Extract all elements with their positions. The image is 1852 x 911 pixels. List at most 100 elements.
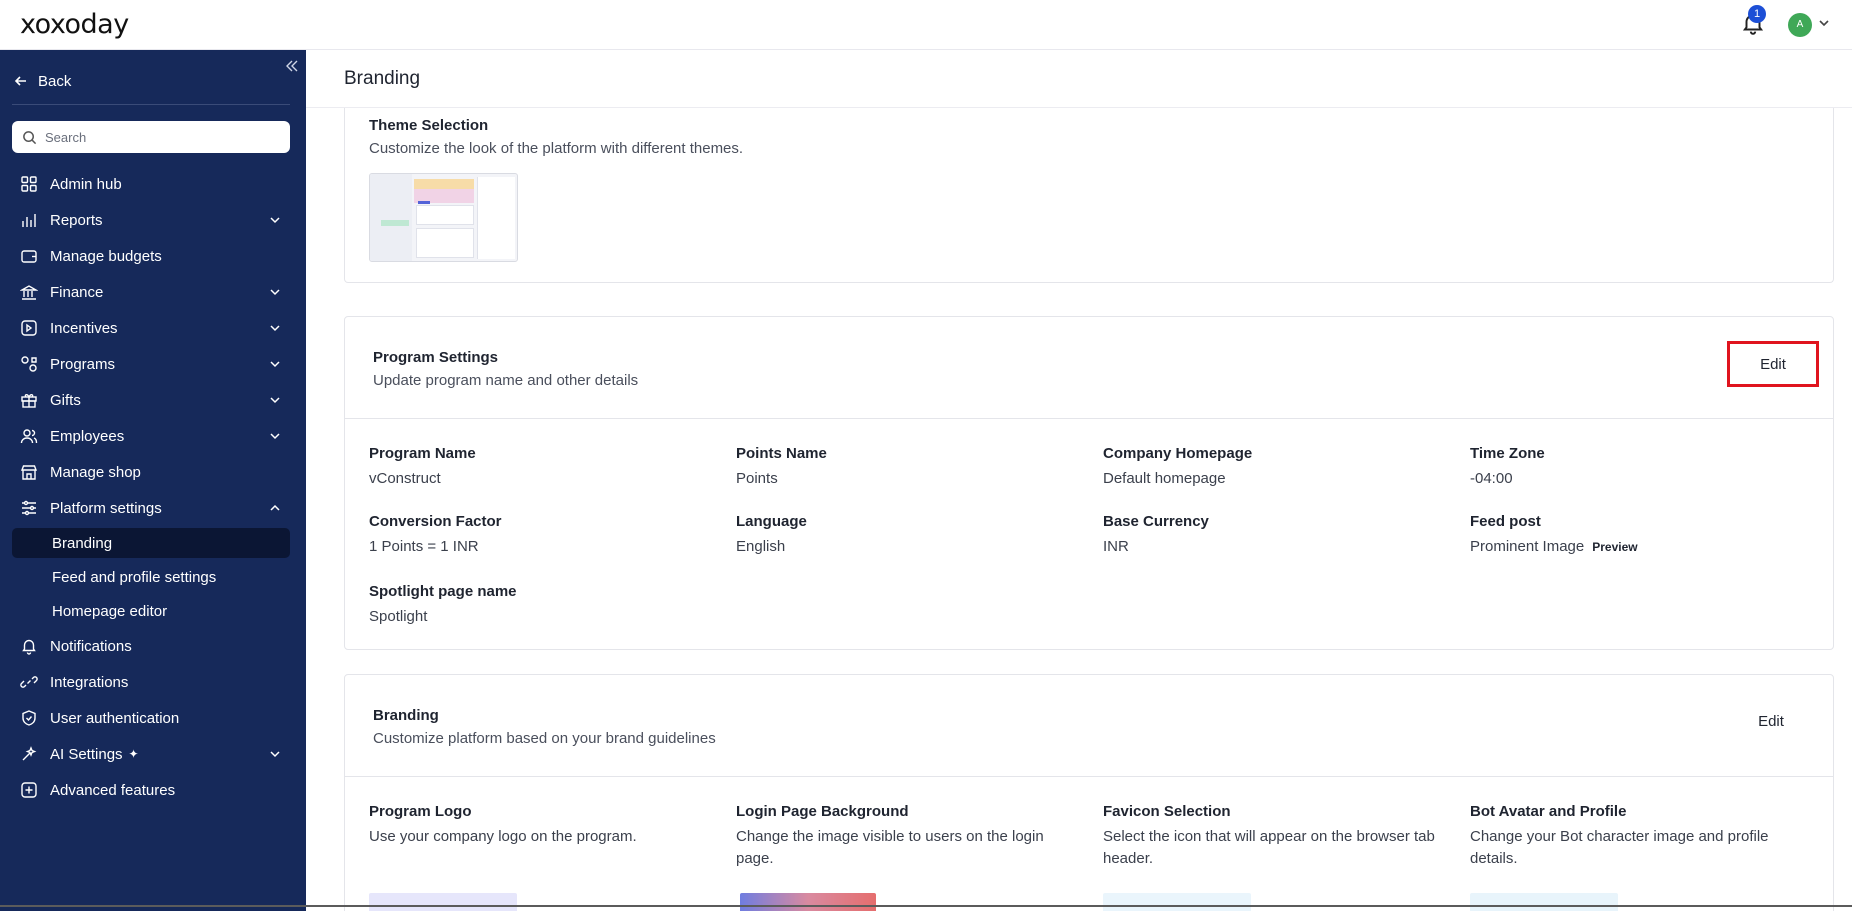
thumb-banner — [414, 179, 474, 189]
sparkle-icon: ✦ — [128, 747, 139, 761]
back-label: Back — [38, 72, 72, 90]
chevron-down-icon — [270, 217, 280, 224]
sidebar-item-label: Notifications — [50, 637, 132, 655]
sidebar-item-label: Manage shop — [50, 463, 141, 481]
field-description: Change the image visible to users on the… — [736, 828, 1044, 867]
asset-favicon: Favicon Selection Select the icon that w… — [1103, 803, 1443, 870]
sidebar-item-label: User authentication — [50, 709, 180, 727]
sidebar-item-label: Programs — [50, 355, 116, 373]
sidebar-item-integrations[interactable]: Integrations — [12, 664, 290, 700]
theme-selection-card: Theme Selection Customize the look of th… — [344, 108, 1834, 283]
branding-edit-button[interactable]: Edit — [1725, 699, 1817, 743]
xoxoday-logo[interactable]: xoxoday — [20, 9, 129, 40]
field-label: Feed post — [1470, 513, 1541, 530]
field-value: Default homepage — [1103, 470, 1226, 487]
section-title: Theme Selection — [369, 117, 489, 134]
chevron-down-icon — [270, 361, 280, 368]
section-description: Customize the look of the platform with … — [369, 140, 744, 157]
sidebar-item-label: AI Settings — [50, 745, 123, 763]
asset-program-logo: Program Logo Use your company logo on th… — [369, 803, 709, 848]
sidebar-nav: Admin hub Reports Manage budgets Finance… — [12, 166, 290, 808]
sidebar-item-manage-shop[interactable]: Manage shop — [12, 454, 290, 490]
theme-thumbnail[interactable] — [369, 173, 518, 262]
page-header: Branding — [306, 50, 1852, 108]
page-title: Branding — [344, 68, 421, 89]
sidebar-item-employees[interactable]: Employees — [12, 418, 290, 454]
thumb-sidebar — [370, 174, 412, 261]
card-header: Branding Customize platform based on you… — [345, 675, 1833, 777]
sidebar-item-reports[interactable]: Reports — [12, 202, 290, 238]
preview-link[interactable]: Preview — [1592, 540, 1637, 554]
thumb-button — [418, 201, 430, 204]
chevron-down-icon — [270, 397, 280, 404]
field-description: Change your Bot character image and prof… — [1470, 828, 1769, 867]
field-label: Login Page Background — [736, 803, 909, 820]
program-logo-preview[interactable] — [369, 893, 517, 911]
program-settings-edit-button[interactable]: Edit — [1727, 341, 1819, 387]
wallet-icon — [21, 250, 37, 263]
avatar[interactable]: A — [1788, 13, 1812, 37]
sidebar-item-advanced-features[interactable]: Advanced features — [12, 772, 290, 808]
card-header: Program Settings Update program name and… — [345, 317, 1833, 419]
field-time-zone: Time Zone -04:00 — [1470, 445, 1810, 490]
chevron-down-icon — [270, 433, 280, 440]
asset-login-background: Login Page Background Change the image v… — [736, 803, 1076, 870]
field-company-homepage: Company Homepage Default homepage — [1103, 445, 1443, 490]
sidebar-item-programs[interactable]: Programs — [12, 346, 290, 382]
sidebar-item-gifts[interactable]: Gifts — [12, 382, 290, 418]
field-label: Conversion Factor — [369, 513, 502, 530]
programs-icon — [21, 356, 37, 372]
feed-post-value: Prominent Image — [1470, 538, 1585, 555]
sidebar-subitem-feed-profile[interactable]: Feed and profile settings — [12, 560, 290, 594]
branding-card: Branding Customize platform based on you… — [344, 674, 1834, 911]
search-box[interactable] — [12, 121, 290, 153]
bot-avatar-preview[interactable] — [1470, 893, 1618, 911]
grid-icon — [21, 176, 37, 192]
field-conversion-factor: Conversion Factor 1 Points = 1 INR — [369, 513, 709, 558]
sidebar-item-label: Manage budgets — [50, 247, 162, 265]
sidebar-item-label: Integrations — [50, 673, 129, 691]
sidebar-item-notifications[interactable]: Notifications — [12, 628, 290, 664]
field-label: Base Currency — [1103, 513, 1209, 530]
sidebar-item-label: Platform settings — [50, 499, 162, 517]
sidebar-item-ai-settings[interactable]: AI Settings ✦ — [12, 736, 290, 772]
sidebar-item-label: Employees — [50, 427, 125, 445]
field-base-currency: Base Currency INR — [1103, 513, 1443, 558]
field-label: Favicon Selection — [1103, 803, 1231, 820]
ai-icon — [22, 746, 37, 761]
sidebar-item-user-authentication[interactable]: User authentication — [12, 700, 290, 736]
sidebar-item-platform-settings[interactable]: Platform settings — [12, 490, 290, 526]
section-description: Customize platform based on your brand g… — [373, 730, 716, 747]
field-value: Points — [736, 470, 778, 487]
sidebar-item-manage-budgets[interactable]: Manage budgets — [12, 238, 290, 274]
collapse-sidebar-icon[interactable] — [284, 58, 300, 74]
section-description: Update program name and other details — [373, 372, 639, 389]
field-value: -04:00 — [1470, 470, 1513, 487]
sidebar-item-finance[interactable]: Finance — [12, 274, 290, 310]
search-input[interactable] — [45, 129, 265, 145]
back-button[interactable]: Back — [14, 68, 71, 94]
favicon-preview[interactable] — [1103, 893, 1251, 911]
sidebar-item-admin-hub[interactable]: Admin hub — [12, 166, 290, 202]
field-label: Program Name — [369, 445, 476, 462]
field-label: Company Homepage — [1103, 445, 1253, 462]
field-label: Bot Avatar and Profile — [1470, 803, 1627, 820]
program-settings-card: Program Settings Update program name and… — [344, 316, 1834, 650]
field-feed-post: Feed post Prominent Image Preview — [1470, 513, 1810, 558]
field-label: Points Name — [736, 445, 827, 462]
sidebar-item-incentives[interactable]: Incentives — [12, 310, 290, 346]
users-icon — [20, 429, 38, 444]
sidebar-subitem-homepage-editor[interactable]: Homepage editor — [12, 594, 290, 628]
field-value: Prominent Image Preview — [1470, 536, 1810, 558]
plus-square-icon — [21, 782, 37, 798]
login-background-preview[interactable] — [740, 893, 876, 911]
divider — [12, 104, 290, 105]
sidebar: Back Admin hub Reports Manage budgets Fi… — [0, 50, 306, 911]
main-content: Branding Theme Selection Customize the l… — [306, 50, 1852, 911]
sidebar-subitem-branding[interactable]: Branding — [12, 528, 290, 558]
field-language: Language English — [736, 513, 1076, 558]
thumb-accent — [381, 220, 409, 226]
field-description: Select the icon that will appear on the … — [1103, 828, 1435, 867]
chevron-down-icon[interactable] — [1817, 16, 1831, 30]
bank-icon — [20, 285, 38, 300]
